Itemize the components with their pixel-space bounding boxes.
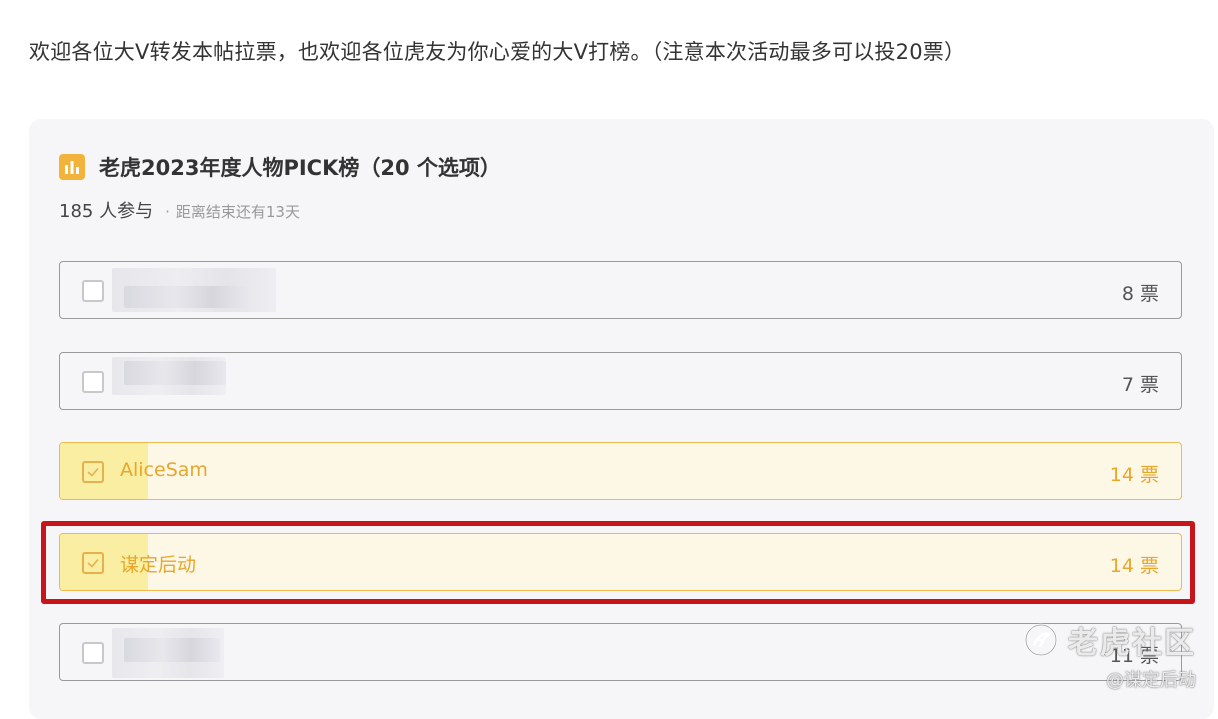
blurred-option-label-core [124,361,226,385]
intro-text: 欢迎各位大V转发本帖拉票，也欢迎各位虎友为你心爱的大V打榜。（注意本次活动最多可… [29,40,966,64]
bar-chart-icon [59,154,85,180]
option-checkbox-checked[interactable] [82,461,104,483]
check-icon [87,467,99,477]
option-label: AliceSam [120,459,208,481]
poll-deadline: 距离结束还有13天 [175,203,300,221]
blurred-option-label-core [124,286,250,308]
option-vote-count: 8 票 [1121,283,1159,305]
option-vote-count: 14 票 [1109,464,1159,486]
poll-option[interactable]: 7 票 [59,352,1182,410]
poll-header: 老虎2023年度人物PICK榜（20 个选项） [59,152,501,182]
poll-title: 老虎2023年度人物PICK榜（20 个选项） [99,156,501,180]
poll-option-selected[interactable]: AliceSam 14 票 [59,442,1182,500]
option-checkbox[interactable] [82,280,104,302]
option-checkbox[interactable] [82,371,104,393]
meta-separator: · [165,203,170,221]
watermark-brand: 老虎社区 [1068,626,1196,661]
highlight-annotation-box [41,521,1195,604]
option-vote-count: 7 票 [1121,374,1159,396]
blurred-option-label-core [124,638,220,662]
watermark-user: @谋定后动 [1106,670,1196,691]
option-checkbox[interactable] [82,642,104,664]
poll-meta: 185 人参与 · 距离结束还有13天 [59,197,300,223]
poll-option[interactable]: 8 票 [59,261,1182,319]
poll-option[interactable]: 11 票 [59,623,1182,681]
watermark-row: 老虎社区 [1024,618,1196,662]
watermark: 老虎社区 @谋定后动 [1024,618,1196,692]
tiger-logo-icon [1024,623,1058,657]
participant-count: 185 人参与 [59,201,154,222]
